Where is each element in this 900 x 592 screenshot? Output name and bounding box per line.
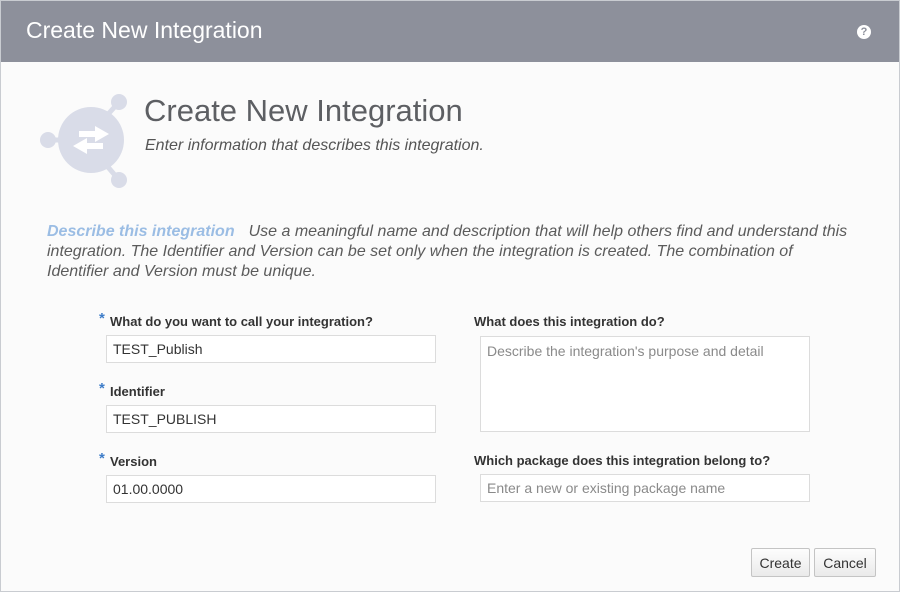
identifier-input[interactable] [106, 405, 436, 433]
describe-section: Describe this integration Use a meaningfu… [47, 222, 857, 282]
dialog-title: Create New Integration [26, 17, 263, 43]
help-icon[interactable]: ? [857, 25, 871, 39]
describe-heading: Describe this integration [47, 223, 235, 240]
description-textarea[interactable] [480, 336, 810, 432]
create-button[interactable]: Create [751, 548, 810, 577]
package-label: Which package does this integration belo… [474, 453, 771, 468]
name-input[interactable] [106, 335, 436, 363]
name-label: What do you want to call your integratio… [110, 314, 373, 329]
page-subtitle: Enter information that describes this in… [145, 137, 484, 154]
required-marker: * [99, 310, 105, 327]
required-marker: * [99, 450, 105, 467]
integration-icon [40, 94, 127, 188]
version-input[interactable] [106, 475, 436, 503]
package-input[interactable] [480, 474, 810, 502]
description-label: What does this integration do? [474, 314, 665, 329]
required-marker: * [99, 380, 105, 397]
identifier-label: Identifier [110, 384, 165, 399]
page-title: Create New Integration [144, 93, 463, 128]
dialog-titlebar: Create New Integration ? [1, 1, 899, 62]
create-integration-dialog: Create New Integration ? Create New Inte… [0, 0, 900, 592]
cancel-button[interactable]: Cancel [814, 548, 876, 577]
version-label: Version [110, 454, 157, 469]
